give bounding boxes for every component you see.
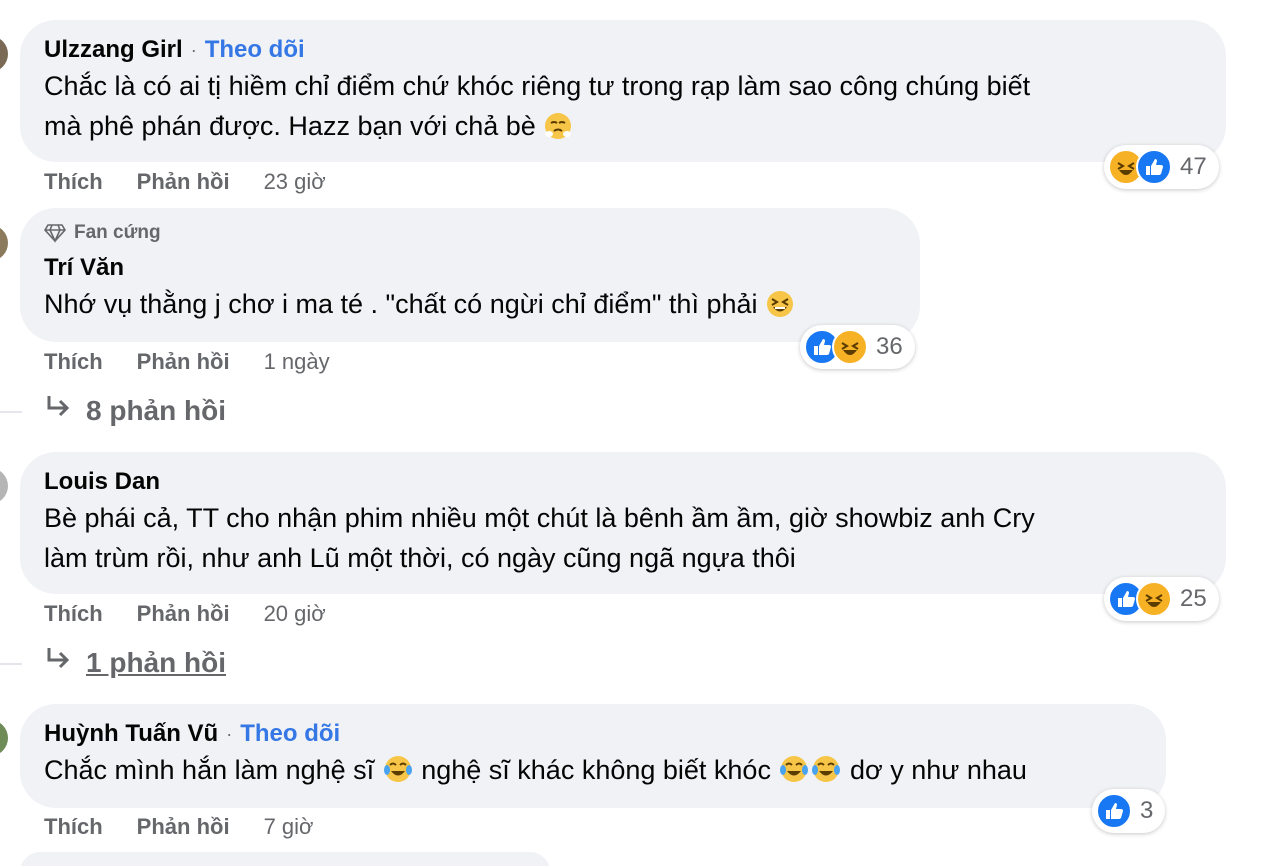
- reply-button[interactable]: Phản hồi: [137, 601, 230, 627]
- replies-count: 8 phản hồi: [86, 394, 226, 426]
- like-button[interactable]: Thích: [44, 349, 103, 375]
- fan-badge[interactable]: Fan cứng: [44, 220, 896, 246]
- comment-text: Nhớ vụ thằng j chơ i ma té . "chất có ng…: [44, 284, 896, 330]
- reply-arrow-icon: [44, 646, 72, 679]
- comment-timestamp[interactable]: 7 giờ: [264, 814, 314, 840]
- avatar[interactable]: [0, 720, 8, 756]
- reaction-summary[interactable]: 47: [1104, 145, 1219, 189]
- reply-button[interactable]: Phản hồi: [137, 349, 230, 375]
- comment-actions: Thích Phản hồi 7 giờ: [44, 814, 313, 840]
- comment-text-content: Chắc là có ai tị hiềm chỉ điểm chứ khóc …: [44, 71, 1031, 141]
- like-icon: [1096, 793, 1132, 829]
- comment-author[interactable]: Ulzzang Girl: [44, 34, 183, 66]
- reaction-count: 47: [1180, 153, 1207, 180]
- comment-author[interactable]: Trí Văn: [44, 252, 124, 284]
- reply-arrow-icon: [44, 394, 72, 427]
- avatar[interactable]: [0, 468, 8, 504]
- view-replies-link[interactable]: 1 phản hồi: [44, 646, 226, 679]
- grinning-squint-emoji: [765, 289, 795, 330]
- comment-actions: Thích Phản hồi 20 giờ: [44, 601, 326, 627]
- like-icon: [1136, 149, 1172, 185]
- fan-badge-icon: [44, 224, 66, 243]
- follow-link[interactable]: Theo dõi: [205, 34, 305, 66]
- haha-icon: [1136, 581, 1172, 617]
- tears-of-joy-emoji: [778, 753, 810, 796]
- separator-dot: ·: [190, 40, 197, 60]
- reaction-count: 25: [1180, 585, 1207, 612]
- comment-actions: Thích Phản hồi 23 giờ: [44, 169, 326, 195]
- avatar[interactable]: [0, 225, 8, 261]
- replies-count: 1 phản hồi: [86, 646, 226, 678]
- reaction-summary[interactable]: 3: [1092, 789, 1166, 833]
- reaction-summary[interactable]: 36: [800, 325, 915, 369]
- comment-text: Chắc mình hắn làm nghệ sĩ nghệ sĩ khác k…: [44, 750, 1142, 796]
- comment-text-part: dơ y như nhau: [849, 755, 1027, 785]
- haha-icon: [832, 329, 868, 365]
- comment-text: Bè phái cả, TT cho nhận phim nhiều một c…: [44, 503, 1035, 573]
- fan-badge-label: Fan cứng: [74, 222, 161, 243]
- comment-bubble: Fan cứng Trí Văn Nhớ vụ thằng j chơ i ma…: [20, 208, 920, 342]
- comment-actions: Thích Phản hồi 1 ngày: [44, 349, 330, 375]
- comment-text-part: nghệ sĩ khác không biết khóc: [421, 755, 771, 785]
- comment-author[interactable]: Louis Dan: [44, 466, 160, 498]
- comment-author[interactable]: Huỳnh Tuấn Vũ: [44, 718, 218, 750]
- reaction-count: 36: [876, 333, 903, 360]
- avatar[interactable]: [0, 36, 8, 72]
- comment-timestamp[interactable]: 20 giờ: [264, 601, 326, 627]
- reaction-summary[interactable]: 25: [1104, 577, 1219, 621]
- reaction-count: 3: [1140, 797, 1154, 824]
- tears-of-joy-emoji: [810, 753, 842, 796]
- comment-text-content: Nhớ vụ thằng j chơ i ma té . "chất có ng…: [44, 289, 758, 319]
- view-replies-link[interactable]: 8 phản hồi: [44, 394, 226, 427]
- tears-of-joy-emoji: [382, 753, 414, 796]
- separator-dot: ·: [226, 724, 233, 744]
- comment-bubble: Louis Dan Bè phái cả, TT cho nhận phim n…: [20, 452, 1226, 594]
- like-button[interactable]: Thích: [44, 814, 103, 840]
- comment-bubble-partial: [20, 852, 550, 866]
- thread-line: [0, 411, 22, 413]
- comment-text: Chắc là có ai tị hiềm chỉ điểm chứ khóc …: [44, 66, 1202, 152]
- reply-button[interactable]: Phản hồi: [137, 169, 230, 195]
- huffing-emoji: [543, 111, 573, 152]
- comment-text-part: Chắc mình hắn làm nghệ sĩ: [44, 755, 375, 785]
- like-button[interactable]: Thích: [44, 601, 103, 627]
- comment-bubble: Ulzzang Girl · Theo dõi Chắc là có ai tị…: [20, 20, 1226, 162]
- comment-timestamp[interactable]: 23 giờ: [264, 169, 326, 195]
- comment-timestamp[interactable]: 1 ngày: [264, 349, 330, 375]
- reply-button[interactable]: Phản hồi: [137, 814, 230, 840]
- follow-link[interactable]: Theo dõi: [240, 718, 340, 750]
- comment-bubble: Huỳnh Tuấn Vũ · Theo dõi Chắc mình hắn l…: [20, 704, 1166, 808]
- thread-line: [0, 663, 22, 665]
- like-button[interactable]: Thích: [44, 169, 103, 195]
